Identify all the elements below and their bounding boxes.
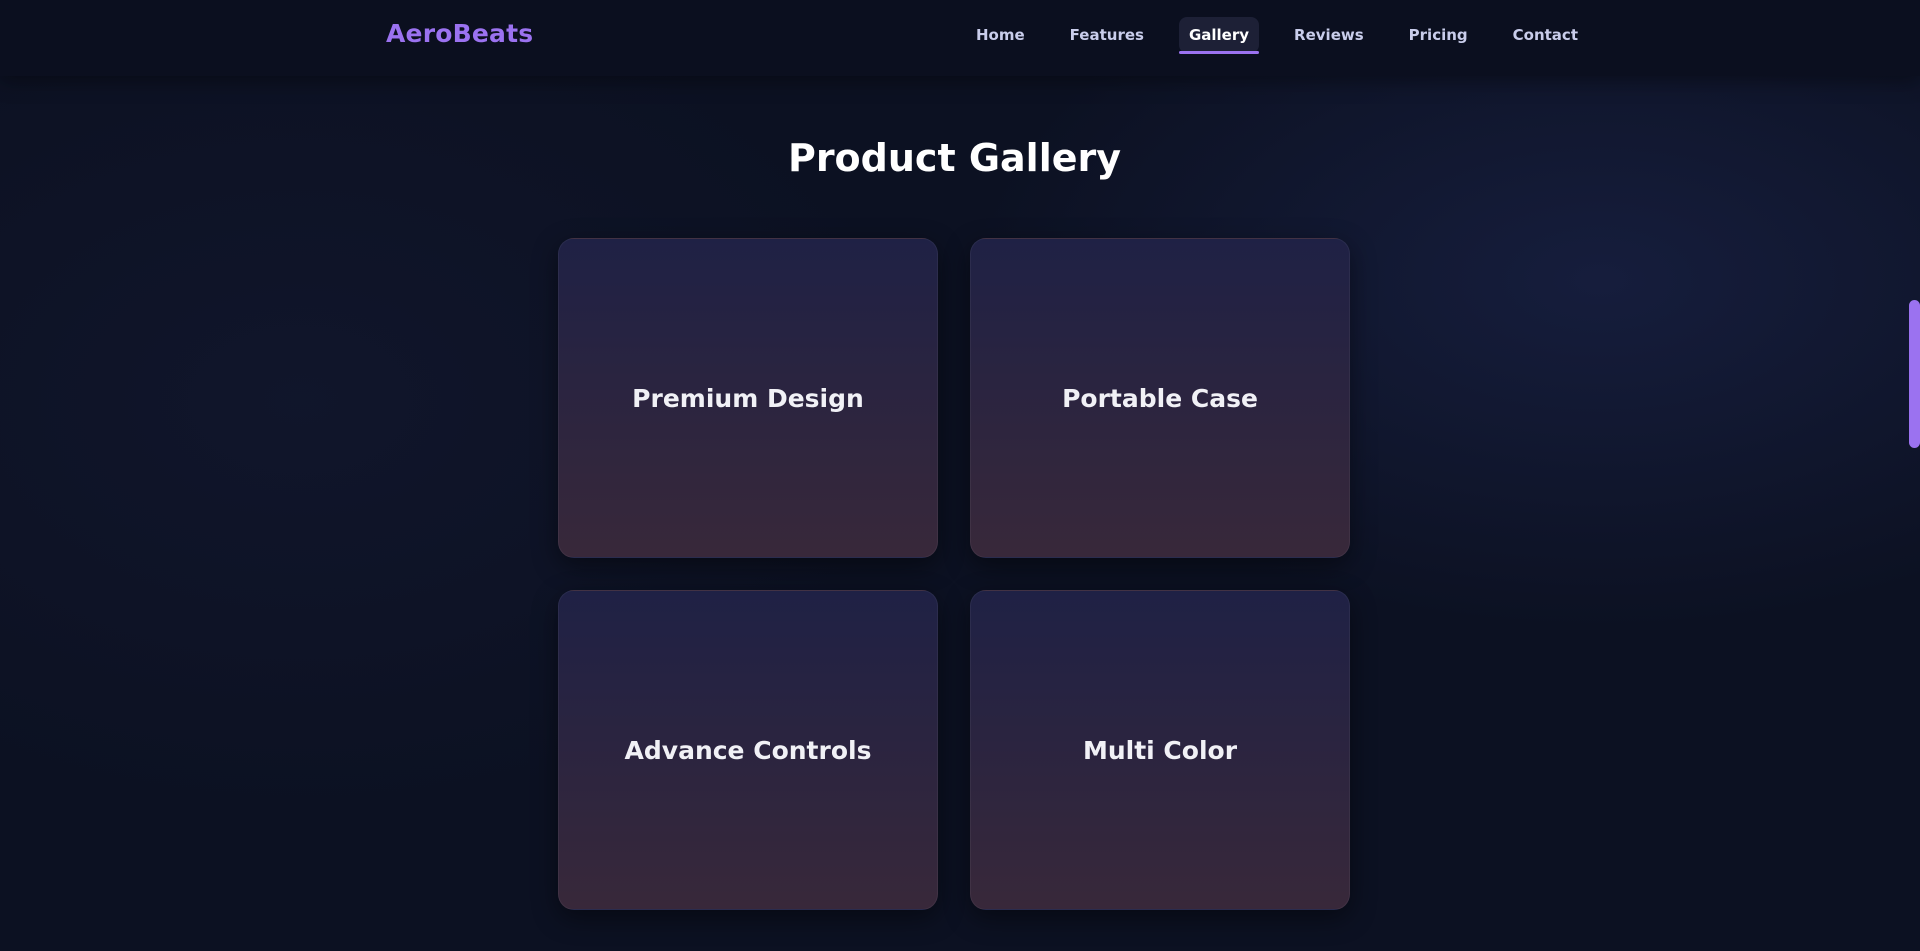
page-scrollbar-thumb[interactable] <box>1909 300 1920 448</box>
nav-item-reviews[interactable]: Reviews <box>1284 17 1374 53</box>
brand-logo[interactable]: AeroBeats <box>386 19 533 48</box>
gallery-card-label: Advance Controls <box>624 735 872 765</box>
gallery-card-multi-color[interactable]: Multi Color <box>970 590 1350 910</box>
gallery-card-label: Premium Design <box>632 383 864 413</box>
gallery-card-premium-design[interactable]: Premium Design <box>558 238 938 558</box>
nav-item-contact[interactable]: Contact <box>1503 17 1588 53</box>
nav-links: Home Features Gallery Reviews Pricing Co… <box>966 17 1613 54</box>
gallery-card-portable-case[interactable]: Portable Case <box>970 238 1350 558</box>
gallery-heading: Product Gallery <box>787 136 1122 180</box>
top-navbar: AeroBeats Home Features Gallery Reviews … <box>0 0 1920 76</box>
nav-item-features[interactable]: Features <box>1060 17 1154 53</box>
gallery-card-label: Portable Case <box>1062 383 1258 413</box>
gallery-grid: Premium Design Portable Case Advance Con… <box>558 238 1350 910</box>
gallery-card-label: Multi Color <box>1082 735 1238 765</box>
nav-item-gallery[interactable]: Gallery <box>1178 17 1260 54</box>
gallery-card-advance-controls[interactable]: Advance Controls <box>558 590 938 910</box>
nav-item-pricing[interactable]: Pricing <box>1399 17 1478 53</box>
nav-item-home[interactable]: Home <box>966 17 1035 53</box>
